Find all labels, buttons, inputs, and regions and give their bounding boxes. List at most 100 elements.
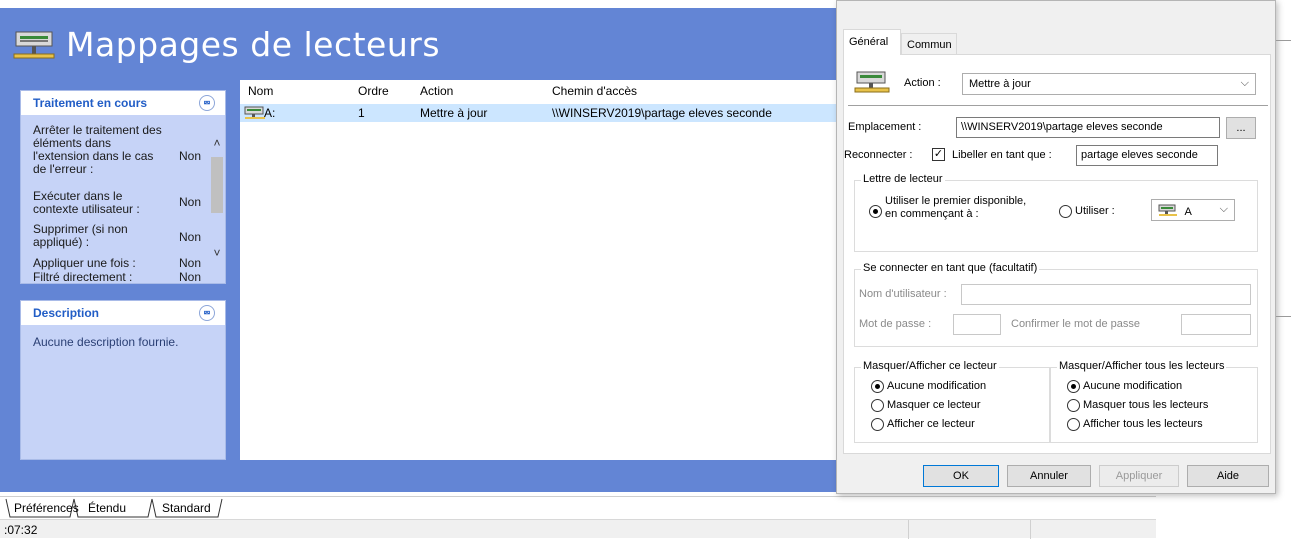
ok-button[interactable]: OK <box>923 465 999 487</box>
task-row: Appliquer une fois : Non <box>33 257 209 270</box>
status-bar: :07:32 <box>0 519 1156 539</box>
row-name: A: <box>264 106 276 120</box>
hide-all-drives-title: Masquer/Afficher tous les lecteurs <box>1057 360 1227 372</box>
hide-drive-label: Masquer ce lecteur <box>887 399 981 411</box>
task-row-label: Filtré directement : <box>33 270 133 284</box>
background-window-edge <box>1276 40 1291 41</box>
show-drive-label: Afficher ce lecteur <box>887 418 975 430</box>
no-change-radio[interactable] <box>871 380 884 393</box>
connect-as-group: Se connecter en tant que (facultatif) No… <box>854 262 1258 347</box>
hide-this-drive-title: Masquer/Afficher ce lecteur <box>861 360 999 372</box>
processing-panel: Traitement en cours ⮹ Arrêter le traitem… <box>20 90 226 284</box>
column-header-path[interactable]: Chemin d'accès <box>552 82 637 100</box>
password-input[interactable] <box>953 314 1001 335</box>
task-row: Arrêter le traitement des éléments dans … <box>33 124 209 176</box>
row-action: Mettre à jour <box>420 106 488 120</box>
status-time: :07:32 <box>4 523 38 537</box>
column-header-name[interactable]: Nom <box>248 82 273 100</box>
confirm-password-label: Confirmer le mot de passe <box>1011 318 1140 330</box>
task-row-value: Non <box>179 270 202 284</box>
location-label: Emplacement : <box>848 121 922 133</box>
processing-list: Arrêter le traitement des éléments dans … <box>21 117 227 283</box>
general-tab-page: Action : Mettre à jour ⌵ Emplacement : \… <box>843 54 1271 454</box>
help-button[interactable]: Aide <box>1187 465 1269 487</box>
processing-panel-header[interactable]: Traitement en cours ⮹ <box>21 91 225 115</box>
drive-map-list[interactable]: Nom Ordre Action Chemin d'accès A: 1 Met… <box>240 80 838 460</box>
action-label: Action : <box>904 77 941 89</box>
chevron-down-icon: ⌵ <box>1240 77 1249 89</box>
hide-all-drives-group: Masquer/Afficher tous les lecteurs Aucun… <box>1050 360 1258 443</box>
scroll-up-icon[interactable]: ˄ <box>211 137 223 149</box>
connect-as-title: Se connecter en tant que (facultatif) <box>861 262 1040 274</box>
table-row[interactable]: A: 1 Mettre à jour \\WINSERV2019\partage… <box>240 104 838 122</box>
first-available-line1: Utiliser le premier disponible, <box>885 195 1027 207</box>
drive-icon <box>1158 204 1178 220</box>
reconnect-checkbox[interactable]: ✓ <box>932 148 945 161</box>
tab-extended[interactable]: Étendu <box>88 499 126 517</box>
show-all-label: Afficher tous les lecteurs <box>1083 418 1203 430</box>
task-row-value: Non <box>179 149 202 163</box>
tab-common[interactable]: Commun <box>901 33 957 55</box>
confirm-password-input[interactable] <box>1181 314 1251 335</box>
label-as-label: Libeller en tant que : <box>952 149 1052 161</box>
network-drive-icon <box>12 26 56 62</box>
status-separator <box>908 520 909 539</box>
drive-letter-select[interactable]: A ⌵ <box>1151 199 1235 221</box>
collapse-icon[interactable]: ⮹ <box>199 95 215 111</box>
properties-dialog: Général Commun Action : Mettre à jour ⌵ … <box>836 0 1276 494</box>
drive-letter-title: Lettre de lecteur <box>861 173 945 185</box>
column-header-order[interactable]: Ordre <box>358 82 389 100</box>
description-panel-title: Description <box>33 306 100 320</box>
location-input[interactable]: \\WINSERV2019\partage eleves seconde <box>956 117 1220 138</box>
column-header-action[interactable]: Action <box>420 82 453 100</box>
label-as-input[interactable]: partage eleves seconde <box>1076 145 1218 166</box>
tab-standard[interactable]: Standard <box>162 499 211 517</box>
drive-letter-group: Lettre de lecteur Utiliser le premier di… <box>854 173 1258 252</box>
task-row: Exécuter dans le contexte utilisateur : … <box>33 190 209 216</box>
username-input[interactable] <box>961 284 1251 305</box>
divider <box>848 105 1268 106</box>
apply-button[interactable]: Appliquer <box>1099 465 1179 487</box>
username-label: Nom d'utilisateur : <box>859 288 947 300</box>
task-row: Supprimer (si non appliqué) : Non <box>33 223 209 249</box>
hide-all-label: Masquer tous les lecteurs <box>1083 399 1209 411</box>
view-tabs: Préférences Étendu Standard <box>0 496 1156 518</box>
tab-general[interactable]: Général <box>843 29 901 55</box>
hide-drive-radio[interactable] <box>871 399 884 412</box>
task-row-value: Non <box>179 256 202 270</box>
reconnect-label: Reconnecter : <box>844 149 913 161</box>
background-window-edge <box>1276 316 1291 317</box>
hide-this-drive-group: Masquer/Afficher ce lecteur Aucune modif… <box>854 360 1050 443</box>
task-row-label: Exécuter dans le contexte utilisateur : <box>33 189 140 216</box>
use-drive-label: Utiliser : <box>1075 205 1115 217</box>
password-label: Mot de passe : <box>859 318 932 330</box>
no-change-label: Aucune modification <box>887 380 987 392</box>
use-drive-radio[interactable] <box>1059 205 1072 218</box>
tab-preferences[interactable]: Préférences <box>14 499 79 517</box>
browse-button[interactable]: ... <box>1226 117 1256 139</box>
show-all-radio[interactable] <box>1067 418 1080 431</box>
collapse-icon[interactable]: ⮹ <box>199 305 215 321</box>
show-drive-radio[interactable] <box>871 418 884 431</box>
task-row-value: Non <box>179 230 202 244</box>
status-separator <box>1030 520 1031 539</box>
row-order: 1 <box>358 106 365 120</box>
all-no-change-radio[interactable] <box>1067 380 1080 393</box>
first-available-radio[interactable] <box>869 205 882 218</box>
drive-action-icon <box>854 69 890 98</box>
action-select[interactable]: Mettre à jour ⌵ <box>962 73 1256 95</box>
all-no-change-label: Aucune modification <box>1083 380 1183 392</box>
description-panel-header[interactable]: Description ⮹ <box>21 301 225 325</box>
description-panel: Description ⮹ Aucune description fournie… <box>20 300 226 460</box>
scroll-thumb[interactable] <box>211 157 223 213</box>
scroll-down-icon[interactable]: ˅ <box>211 247 223 259</box>
page-header: Mappages de lecteurs <box>12 20 440 68</box>
cancel-button[interactable]: Annuler <box>1007 465 1091 487</box>
scrollbar[interactable]: ˄ ˅ <box>209 119 225 281</box>
processing-panel-title: Traitement en cours <box>33 96 148 110</box>
hide-all-radio[interactable] <box>1067 399 1080 412</box>
drive-icon <box>244 106 266 125</box>
drive-letter-value: A <box>1184 205 1192 218</box>
task-row: Filtré directement : Non <box>33 270 209 284</box>
task-row-label: Supprimer (si non appliqué) : <box>33 222 128 249</box>
